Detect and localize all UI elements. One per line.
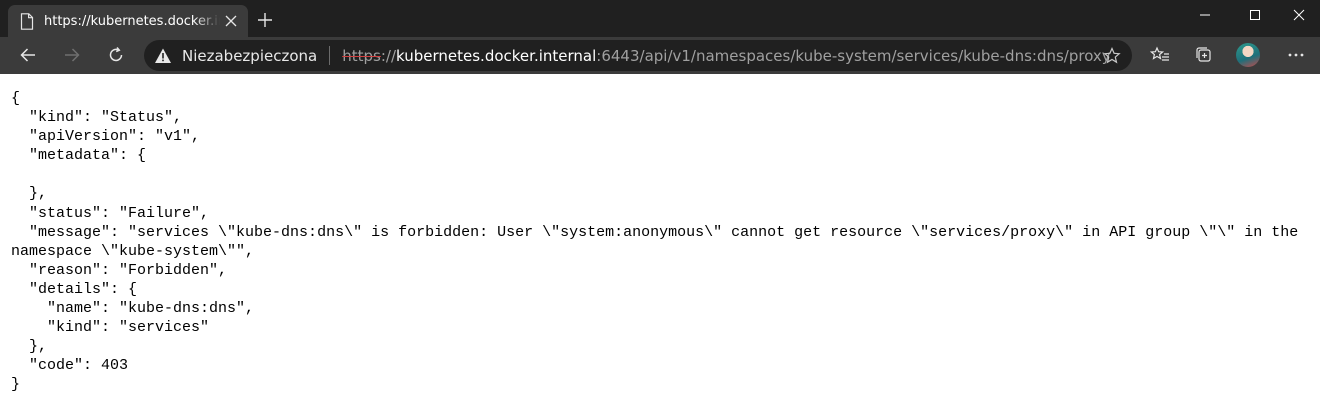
page-content: { "kind": "Status", "apiVersion": "v1", … (0, 74, 1320, 413)
plus-icon[interactable] (252, 7, 278, 33)
refresh-icon[interactable] (100, 40, 132, 70)
close-window-icon[interactable] (1276, 0, 1320, 30)
minimize-icon[interactable] (1182, 0, 1228, 30)
avatar (1236, 43, 1260, 67)
address-bar[interactable]: Niezabezpieczona https://kubernetes.dock… (144, 40, 1132, 71)
back-arrow-icon[interactable] (12, 40, 44, 70)
more-icon[interactable] (1280, 40, 1312, 70)
favorites-icon[interactable] (1144, 40, 1176, 70)
tab-title: https://kubernetes.docker.internal:6443/… (44, 13, 220, 29)
url-host: kubernetes.docker.internal (396, 46, 597, 65)
close-icon[interactable] (220, 10, 242, 32)
navigation-toolbar: Niezabezpieczona https://kubernetes.dock… (0, 37, 1320, 74)
url-path: :6443/api/v1/namespaces/kube-system/serv… (596, 46, 1111, 65)
title-bar: https://kubernetes.docker.internal:6443/… (0, 0, 1320, 37)
url-scheme: https (342, 46, 381, 65)
star-add-icon[interactable] (1102, 46, 1122, 66)
security-label[interactable]: Niezabezpieczona (182, 47, 317, 65)
browser-tab[interactable]: https://kubernetes.docker.internal:6443/… (8, 5, 248, 37)
json-response: { "kind": "Status", "apiVersion": "v1", … (11, 90, 1299, 394)
warning-icon[interactable] (154, 47, 172, 65)
forward-arrow-icon[interactable] (56, 40, 88, 70)
maximize-icon[interactable] (1232, 0, 1278, 30)
collections-icon[interactable] (1188, 40, 1220, 70)
url-text[interactable]: https://kubernetes.docker.internal:6443/… (342, 47, 1110, 65)
divider (329, 46, 331, 65)
url-separator: :// (380, 46, 397, 65)
page-icon (20, 12, 34, 30)
profile-avatar[interactable] (1232, 40, 1264, 70)
